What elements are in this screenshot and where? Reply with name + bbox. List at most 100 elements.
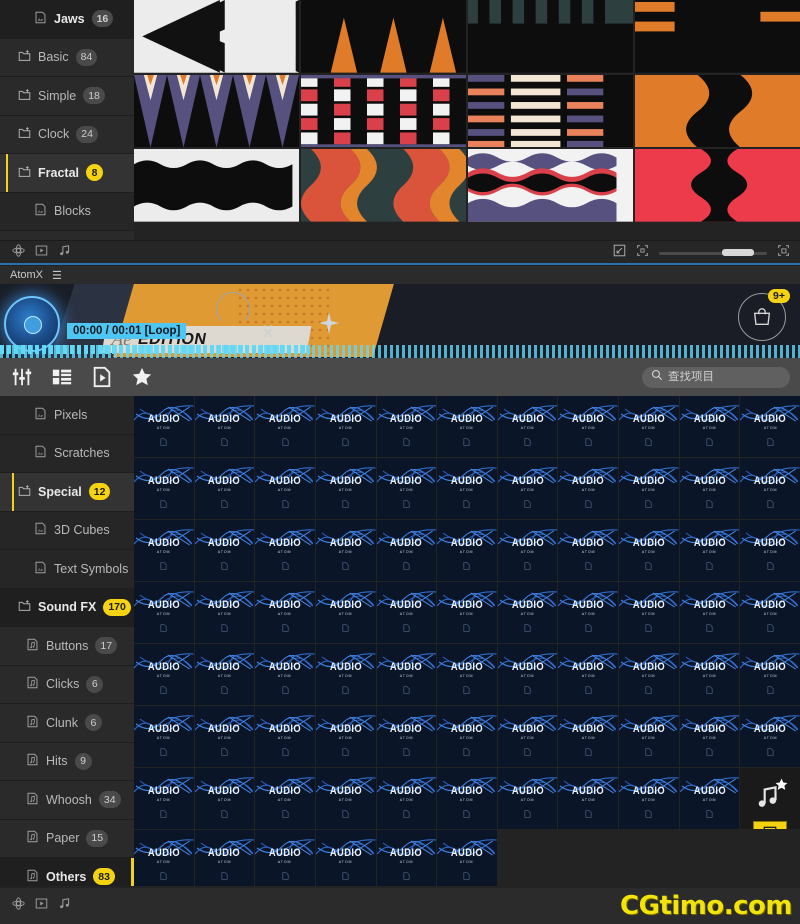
atom-icon[interactable] (12, 244, 25, 262)
audio-card[interactable]: AUDIO ATOM (740, 582, 800, 643)
audio-card[interactable]: AUDIO ATOM (315, 520, 376, 581)
audio-card[interactable]: AUDIO ATOM (740, 644, 800, 705)
audio-card[interactable]: AUDIO ATOM (134, 768, 194, 829)
zoom-slider-thumb[interactable] (721, 249, 754, 256)
pattern-zoom-controls[interactable] (613, 244, 800, 262)
audio-card[interactable]: AUDIO ATOM (497, 768, 558, 829)
sidebar-item-whoosh[interactable]: Whoosh 34 (0, 781, 134, 820)
audio-card[interactable]: AUDIO ATOM (497, 582, 558, 643)
sidebar-item-special[interactable]: Special 12 (0, 473, 134, 512)
audio-card[interactable]: AUDIO ATOM (740, 396, 800, 457)
audio-card[interactable]: AUDIO ATOM (315, 706, 376, 767)
audio-card[interactable]: AUDIO ATOM (740, 520, 800, 581)
audio-card[interactable]: AUDIO ATOM (255, 644, 315, 705)
expand-icon[interactable] (613, 244, 626, 262)
audio-card[interactable]: AUDIO ATOM (134, 396, 194, 457)
audio-card[interactable]: AUDIO ATOM (376, 644, 437, 705)
zoom-slider[interactable] (659, 249, 767, 256)
audio-card[interactable]: AUDIO ATOM (134, 706, 194, 767)
audio-card[interactable]: AUDIO ATOM (679, 520, 740, 581)
audio-card[interactable]: AUDIO ATOM (497, 458, 558, 519)
audio-card[interactable]: AUDIO ATOM (255, 768, 315, 829)
audio-card[interactable]: AUDIO ATOM (679, 706, 740, 767)
pattern-thumbnail-grid[interactable] (134, 0, 800, 222)
audio-card[interactable]: AUDIO ATOM (558, 768, 619, 829)
star-icon[interactable] (130, 365, 154, 389)
audio-card[interactable]: AUDIO ATOM (437, 830, 497, 886)
search-box[interactable] (642, 366, 790, 388)
sidebar-item-pixels[interactable]: Ae Pixels (0, 396, 134, 435)
audio-card[interactable]: AUDIO ATOM (194, 458, 255, 519)
play-file-icon[interactable] (35, 897, 48, 915)
add-to-comp-icon[interactable] (753, 821, 788, 829)
audio-card[interactable]: AUDIO ATOM (558, 520, 619, 581)
sidebar-item-clicks[interactable]: Clicks 6 (0, 666, 134, 704)
sidebar-item-text-symbols[interactable]: Ae Text Symbols (0, 550, 134, 589)
audio-card[interactable]: AUDIO ATOM (194, 644, 255, 705)
pattern-thumbnail[interactable] (468, 74, 633, 148)
audio-card[interactable]: AUDIO ATOM (194, 706, 255, 767)
audio-thumbnail-grid[interactable]: AUDIO ATOM AUDIO ATOM AUDIO ATOM AUDIO ATOM AUDI… (134, 396, 800, 886)
tab-atomx[interactable]: AtomX (10, 269, 43, 281)
sidebar-item-clunk[interactable]: Clunk 6 (0, 704, 134, 743)
sidebar-item-clock[interactable]: Clock 24 (0, 116, 134, 154)
audio-card[interactable]: AUDIO ATOM (497, 644, 558, 705)
audio-card[interactable]: AUDIO ATOM (740, 458, 800, 519)
audio-card[interactable]: AUDIO ATOM (376, 396, 437, 457)
sidebar-item-jaws[interactable]: Ae Jaws 16 (0, 0, 134, 39)
pattern-thumbnail[interactable] (468, 149, 633, 222)
pattern-bottom-icons[interactable] (0, 244, 71, 262)
play-file-icon[interactable] (35, 244, 48, 262)
audio-card[interactable]: AUDIO ATOM (194, 582, 255, 643)
audio-card[interactable]: AUDIO ATOM (315, 582, 376, 643)
audio-card[interactable]: AUDIO ATOM (437, 706, 497, 767)
sidebar-item-paper[interactable]: Paper 15 (0, 820, 134, 858)
audio-card[interactable]: AUDIO ATOM (255, 582, 315, 643)
audio-card[interactable]: AUDIO ATOM (679, 768, 740, 829)
audio-card[interactable]: AUDIO ATOM (376, 458, 437, 519)
audio-card[interactable]: AUDIO ATOM (679, 458, 740, 519)
audio-card[interactable]: AUDIO ATOM (558, 396, 619, 457)
audio-card[interactable]: AUDIO ATOM (437, 458, 497, 519)
audio-card[interactable]: AUDIO ATOM (134, 458, 194, 519)
music-note-icon[interactable] (58, 244, 71, 262)
audio-card[interactable]: AUDIO ATOM (194, 520, 255, 581)
sidebar-item-buttons[interactable]: Buttons 17 (0, 627, 134, 666)
audio-card[interactable]: AUDIO ATOM (255, 458, 315, 519)
audio-card[interactable]: AUDIO ATOM (437, 582, 497, 643)
hamburger-icon[interactable]: ☰ (52, 269, 62, 282)
audio-card[interactable]: AUDIO ATOM (679, 582, 740, 643)
audio-card[interactable]: AUDIO ATOM (679, 396, 740, 457)
audio-card[interactable]: AUDIO ATOM (315, 458, 376, 519)
atomx-banner[interactable]: ✕ Ae EDITION 00:00 / 00:01 [Loop] ✕ 9+ (0, 284, 800, 358)
audio-card[interactable]: AUDIO ATOM (437, 396, 497, 457)
fullscreen-icon[interactable] (777, 244, 790, 262)
audio-card[interactable]: AUDIO ATOM (619, 396, 679, 457)
sidebar-item-fractal[interactable]: Fractal 8 (0, 154, 134, 193)
audio-card[interactable]: AUDIO ATOM (376, 706, 437, 767)
audio-card[interactable]: AUDIO ATOM (315, 768, 376, 829)
audio-card[interactable]: AUDIO ATOM (194, 396, 255, 457)
atomx-category-sidebar[interactable]: Ae Pixels Ae Scratches Special 12 Ae 3D Cubes Ae… (0, 396, 134, 886)
audio-card[interactable]: AUDIO ATOM (255, 830, 315, 886)
pattern-thumbnail[interactable] (134, 149, 299, 222)
audio-card[interactable]: AUDIO ATOM (619, 582, 679, 643)
star-outline-icon[interactable] (773, 776, 790, 798)
pattern-thumbnail[interactable] (301, 74, 466, 148)
audio-card[interactable]: AUDIO ATOM (437, 520, 497, 581)
audio-card[interactable]: AUDIO ATOM (315, 396, 376, 457)
audio-card[interactable]: AUDIO ATOM (315, 830, 376, 886)
sidebar-item-simple[interactable]: Simple 18 (0, 77, 134, 116)
audio-card[interactable]: AUDIO ATOM (497, 706, 558, 767)
audio-card[interactable]: AUDIO ATOM (134, 830, 194, 886)
pattern-thumbnail[interactable] (468, 0, 633, 73)
audio-card[interactable]: AUDIO ATOM (558, 458, 619, 519)
pattern-thumbnail[interactable] (635, 74, 800, 148)
audio-card[interactable]: AUDIO ATOM (134, 582, 194, 643)
music-note-icon[interactable] (58, 897, 71, 915)
sidebar-item-basic[interactable]: Basic 84 (0, 39, 134, 77)
pattern-thumbnail[interactable] (134, 74, 299, 148)
sidebar-item-blocks[interactable]: Ae Blocks (0, 192, 134, 231)
sidebar-item-3d-cubes[interactable]: Ae 3D Cubes (0, 511, 134, 550)
audio-card[interactable]: AUDIO ATOM (376, 768, 437, 829)
